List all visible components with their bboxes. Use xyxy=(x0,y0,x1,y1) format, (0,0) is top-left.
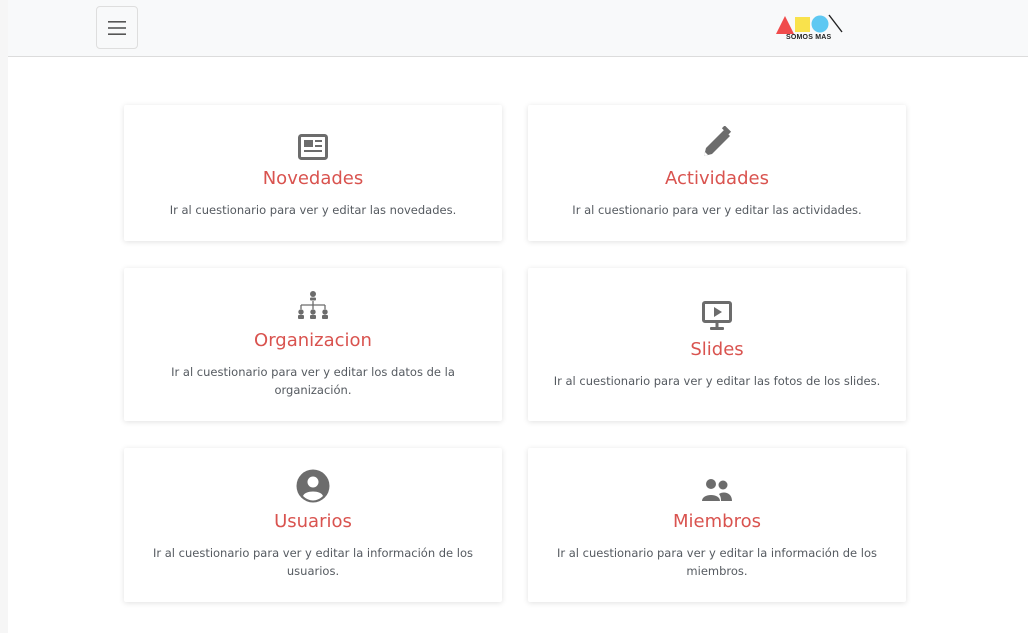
card-title: Miembros xyxy=(673,510,761,532)
card-description: Ir al cuestionario para ver y editar las… xyxy=(553,374,881,388)
card-title: Usuarios xyxy=(274,510,352,532)
card-description: Ir al cuestionario para ver y editar la … xyxy=(556,545,878,578)
navbar: SOMOS MAS xyxy=(8,0,1028,57)
pencil-icon xyxy=(700,125,734,160)
logo-shapes-icon xyxy=(776,14,843,34)
card-title: Actividades xyxy=(665,167,769,189)
card-novedades[interactable]: Novedades Ir al cuestionario para ver y … xyxy=(124,105,502,241)
logo[interactable]: SOMOS MAS xyxy=(774,12,846,44)
user-circle-icon xyxy=(296,469,330,503)
presentation-icon xyxy=(702,299,732,331)
users-icon xyxy=(701,471,733,503)
card-organizacion[interactable]: Organizacion Ir al cuestionario para ver… xyxy=(124,268,502,421)
card-miembros[interactable]: Miembros Ir al cuestionario para ver y e… xyxy=(528,448,906,602)
card-actividades[interactable]: Actividades Ir al cuestionario para ver … xyxy=(528,105,906,241)
page-edge xyxy=(0,0,8,633)
card-title: Novedades xyxy=(262,167,364,189)
logo-text: SOMOS MAS xyxy=(786,34,832,41)
card-usuarios[interactable]: Usuarios Ir al cuestionario para ver y e… xyxy=(124,448,502,602)
newspaper-icon xyxy=(298,128,328,160)
card-description: Ir al cuestionario para ver y editar las… xyxy=(169,202,457,217)
menu-toggle-button[interactable] xyxy=(96,6,138,49)
card-title: Organizacion xyxy=(254,330,372,351)
card-description: Ir al cuestionario para ver y editar los… xyxy=(171,365,455,397)
org-chart-icon xyxy=(296,290,330,322)
card-description: Ir al cuestionario para ver y editar las… xyxy=(572,202,862,217)
card-description: Ir al cuestionario para ver y editar la … xyxy=(152,545,474,578)
card-slides[interactable]: Slides Ir al cuestionario para ver y edi… xyxy=(528,268,906,421)
hamburger-icon xyxy=(108,20,126,35)
card-title: Slides xyxy=(690,339,744,360)
